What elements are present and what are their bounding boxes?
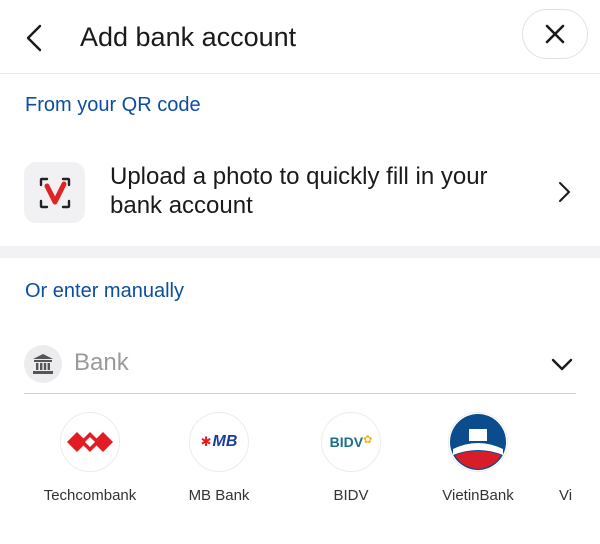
upload-photo-row[interactable]: Upload a photo to quickly fill in your b… — [0, 150, 600, 236]
bidv-logo-text: BIDV — [329, 434, 364, 450]
bank-icon — [24, 345, 62, 383]
back-button[interactable] — [24, 18, 60, 58]
bank-select[interactable]: Bank — [24, 338, 576, 394]
bank-item-vietinbank[interactable]: VietinBank — [418, 412, 538, 512]
chevron-down-icon — [551, 358, 573, 371]
bank-name: VietinBank — [442, 487, 514, 504]
section-divider — [0, 246, 600, 258]
bank-quick-list: Techcombank ✱ MB MB Bank BIDV ✿ BIDV Vie… — [0, 412, 600, 512]
bank-name: MB Bank — [188, 487, 250, 504]
bank-item-techcombank[interactable]: Techcombank — [30, 412, 150, 512]
bank-name: Vi — [559, 487, 573, 504]
mb-logo-text: MB — [212, 433, 238, 450]
close-icon — [545, 24, 565, 44]
bidv-flower-icon: ✿ — [363, 433, 373, 446]
bank-name: BIDV — [333, 487, 369, 504]
bank-placeholder: Bank — [74, 349, 129, 376]
qr-section-label: From your QR code — [25, 94, 201, 116]
mb-bank-logo: ✱ MB — [189, 412, 249, 472]
header-bar: Add bank account — [0, 0, 600, 74]
mb-star-icon: ✱ — [200, 434, 212, 449]
manual-section-label: Or enter manually — [25, 280, 184, 302]
qr-scan-icon — [24, 162, 85, 223]
upload-photo-text: Upload a photo to quickly fill in your b… — [110, 163, 488, 219]
page-title: Add bank account — [80, 22, 297, 52]
bidv-logo: BIDV ✿ — [321, 412, 381, 472]
chevron-left-icon — [26, 24, 42, 52]
chevron-right-icon — [559, 182, 570, 202]
close-button[interactable] — [522, 9, 588, 59]
bank-item-partial[interactable]: Vi — [545, 412, 600, 512]
bank-item-bidv[interactable]: BIDV ✿ BIDV — [291, 412, 411, 512]
vietinbank-logo — [448, 412, 508, 472]
bank-name: Techcombank — [43, 487, 137, 504]
bank-item-mb-bank[interactable]: ✱ MB MB Bank — [159, 412, 279, 512]
techcombank-logo — [60, 412, 120, 472]
